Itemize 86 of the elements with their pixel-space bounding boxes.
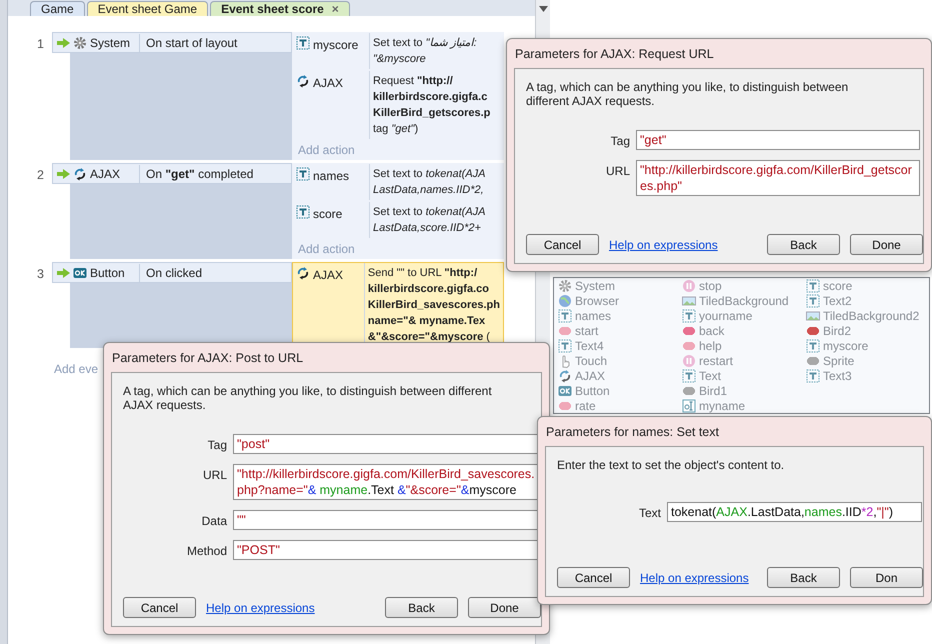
dialog-title: Parameters for AJAX: Post to URL [111, 350, 304, 367]
action-row[interactable]: names Set text to tokenat(AJA LastData,names.IID*2, [292, 163, 504, 201]
object-name: AJAX [313, 75, 344, 92]
action-text: Request "http:// killerbirdscore.gigfa.c KillerBird_getscores.p tag "get") [369, 71, 494, 139]
tab[interactable]: Game [30, 1, 85, 16]
arrow-icon [57, 268, 70, 278]
action-text: Set text to tokenat(AJA LastData,score.IID*2+ [369, 202, 489, 238]
field-label: URL [202, 467, 227, 484]
refresh-arrows-icon [558, 368, 572, 382]
text-object-icon [558, 308, 572, 322]
description-text: A tag, which can be anything you like, to distinguish between different AJAX requests. [526, 80, 850, 108]
ok-button-icon [73, 266, 87, 280]
tab[interactable]: Event sheet score × [210, 1, 350, 16]
event-number: 1 [36, 36, 45, 53]
condition-row[interactable]: Button On clicked [52, 262, 292, 283]
dialog-title: Parameters for AJAX: Request URL [514, 46, 715, 63]
text-object-icon [296, 167, 310, 181]
arrow-icon [57, 168, 70, 178]
condition-text: On start of layout [139, 34, 238, 52]
dialog-button[interactable]: Back [767, 234, 840, 255]
input-field[interactable]: "post" [233, 434, 540, 454]
field-label: Tag [610, 133, 630, 150]
down-arrow-icon[interactable] [538, 6, 548, 12]
text-object-icon [296, 36, 310, 50]
field-label: Text [638, 505, 661, 522]
text-object-icon [806, 278, 820, 292]
landscape-icon [806, 308, 820, 322]
ok-button-icon [558, 384, 572, 398]
field-label: Method [186, 543, 227, 560]
object-name: Button [90, 264, 125, 282]
object-name: names [313, 168, 350, 185]
dialog-button[interactable]: Back [767, 567, 840, 588]
description-text: A tag, which can be anything you like, to distinguish between different AJAX requests. [123, 384, 493, 412]
text-object-icon [806, 368, 820, 382]
refresh-arrows-icon [73, 166, 87, 180]
close-button[interactable]: × [332, 2, 339, 16]
event-number: 2 [36, 167, 45, 184]
input-field[interactable]: "http://killerbirdscore.gigfa.com/KillerBird_getscores.php" [636, 160, 920, 196]
dialog-button[interactable]: Done [468, 597, 541, 618]
event-number: 3 [36, 266, 45, 283]
text-object-icon [806, 294, 820, 308]
text-object-icon [682, 308, 696, 322]
input-field[interactable]: "http://killerbirdscore.gigfa.com/KillerBird_savescores.php?name="& myname.Text &"&score="&myscore [233, 464, 540, 500]
action-row[interactable]: score Set text to tokenat(AJA LastData,score.IID*2+ [292, 201, 504, 239]
dialog-title: Parameters for names: Set text [545, 424, 720, 441]
object-name: System [90, 34, 130, 52]
globe-icon [558, 294, 572, 308]
input-field[interactable]: "" [233, 510, 540, 530]
field-label: Tag [206, 437, 227, 454]
condition-row[interactable]: System On start of layout [52, 32, 292, 53]
condition-text: On clicked [139, 264, 202, 282]
tab[interactable]: Event sheet Game [86, 1, 208, 16]
text-object-icon [296, 205, 310, 219]
gear-icon [73, 36, 87, 50]
object-name: AJAX [313, 267, 344, 284]
pause-icon [682, 354, 696, 368]
landscape-icon [682, 294, 696, 308]
field-label: URL [604, 163, 630, 180]
text-object-icon [806, 338, 820, 352]
dialog-button[interactable]: Don [850, 567, 923, 588]
help-link[interactable]: Help on expressions [609, 236, 718, 254]
action-row[interactable]: AJAX Request "http:// killerbirdscore.gigfa.c KillerBird_getscores.p tag "get") [292, 70, 504, 140]
condition-text: On "get" completed [139, 164, 254, 182]
help-link[interactable]: Help on expressions [206, 598, 315, 616]
text-object-icon [558, 338, 572, 352]
dialog-button[interactable]: Cancel [557, 567, 630, 588]
dialog-button[interactable]: Cancel [526, 234, 599, 255]
object-name: score [313, 206, 342, 223]
refresh-arrows-icon [296, 74, 310, 88]
field-label: Data [200, 513, 227, 530]
input-field[interactable]: "get" [636, 130, 920, 150]
description-text: Enter the text to set the object's content to. [557, 458, 786, 472]
dialog-button[interactable]: Back [385, 597, 458, 618]
gear-icon [558, 278, 572, 292]
text-object-icon [682, 368, 696, 382]
action-text: Set text to tokenat(AJA LastData,names.IID*2, [369, 164, 489, 200]
help-link[interactable]: Help on expressions [640, 568, 749, 586]
condition-row[interactable]: AJAX On "get" completed [52, 163, 292, 184]
object-name: myscore [313, 37, 358, 54]
object-name: AJAX [90, 166, 120, 182]
input-field[interactable]: "POST" [233, 540, 540, 560]
dialog-button[interactable]: Done [850, 234, 923, 255]
input-field[interactable]: tokenat(AJAX.LastData,names.IID*2,"|") [667, 502, 922, 522]
arrow-icon [57, 38, 70, 48]
refresh-arrows-icon [296, 266, 310, 280]
dialog-button[interactable]: Cancel [123, 597, 196, 618]
